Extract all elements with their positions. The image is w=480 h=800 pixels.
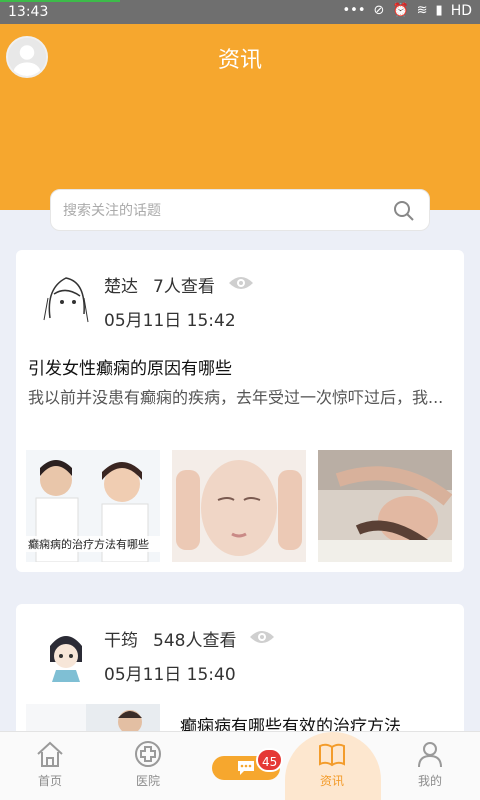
author-name: 干筠 xyxy=(104,631,138,651)
eye-icon xyxy=(229,277,253,289)
author-name: 楚达 xyxy=(104,277,138,297)
thumbnail-headache-woman[interactable] xyxy=(172,450,306,562)
loading-progress-bar xyxy=(0,0,120,2)
post-date: 05月11日 15:40 xyxy=(104,665,236,685)
post-thumbnails: 癫痫病的治疗方法有哪些 xyxy=(26,450,452,562)
post-card[interactable]: 楚达 7人查看 05月11日 15:42 引发女性癫痫的原因有哪些 我以前并没患… xyxy=(16,250,464,572)
view-count: 7人查看 xyxy=(153,277,215,297)
wifi-icon: ≋ xyxy=(416,3,428,18)
hospital-icon xyxy=(135,741,161,767)
nav-label: 医院 xyxy=(135,774,160,788)
nav-item-news[interactable]: 资讯 xyxy=(292,740,372,789)
post-card[interactable]: 干筠 548人查看 05月11日 15:40 癫痫病有哪些有效的治疗方法 xyxy=(16,604,464,744)
network-type: HD xyxy=(450,3,472,19)
signal-icon: ▮ xyxy=(435,3,443,18)
nav-label: 首页 xyxy=(37,774,62,788)
bottom-navigation: 首页 医院 45 资讯 我的 xyxy=(0,731,480,800)
search-icon[interactable] xyxy=(393,200,415,222)
nav-item-hospital[interactable]: 医院 xyxy=(108,740,188,789)
nav-label: 我的 xyxy=(417,774,442,788)
news-book-icon xyxy=(319,743,345,767)
nurses-image: 癫痫病的治疗方法有哪些 xyxy=(26,450,160,562)
search-input[interactable] xyxy=(63,198,383,224)
woman-lying-image xyxy=(318,450,452,562)
nav-label: 资讯 xyxy=(319,774,344,788)
person-icon xyxy=(418,742,442,768)
eye-icon xyxy=(250,631,274,643)
author-avatar xyxy=(36,622,96,682)
page-header: 资讯 xyxy=(0,24,480,210)
thumbnail-caption: 癫痫病的治疗方法有哪些 xyxy=(28,537,149,551)
home-icon xyxy=(37,741,63,767)
more-dots-icon: ••• xyxy=(342,3,366,18)
chat-icon xyxy=(238,761,254,775)
view-count: 548人查看 xyxy=(153,631,237,651)
mute-icon: ⊘ xyxy=(373,3,385,18)
page-title: 资讯 xyxy=(217,48,262,73)
post-excerpt: 我以前并没患有癫痫的疾病，去年受过一次惊吓过后，我... xyxy=(28,388,444,407)
unread-badge: 45 xyxy=(256,748,284,772)
thumbnail-nurses[interactable]: 癫痫病的治疗方法有哪些 xyxy=(26,450,160,562)
thumbnail-lying-woman[interactable] xyxy=(318,450,452,562)
status-bar: 13:43 ••• ⊘ ⏰ ≋ ▮ HD xyxy=(0,0,480,24)
status-icons: ••• ⊘ ⏰ ≋ ▮ HD xyxy=(343,3,472,19)
woman-holding-head-image xyxy=(172,450,306,562)
author-avatar xyxy=(36,268,96,328)
post-date: 05月11日 15:42 xyxy=(104,311,236,331)
alarm-icon: ⏰ xyxy=(392,3,409,18)
search-bar[interactable] xyxy=(50,189,430,231)
status-time: 13:43 xyxy=(8,4,49,20)
post-title[interactable]: 引发女性癫痫的原因有哪些 xyxy=(28,354,232,379)
nav-item-mine[interactable]: 我的 xyxy=(390,740,470,789)
nav-item-home[interactable]: 首页 xyxy=(10,740,90,789)
